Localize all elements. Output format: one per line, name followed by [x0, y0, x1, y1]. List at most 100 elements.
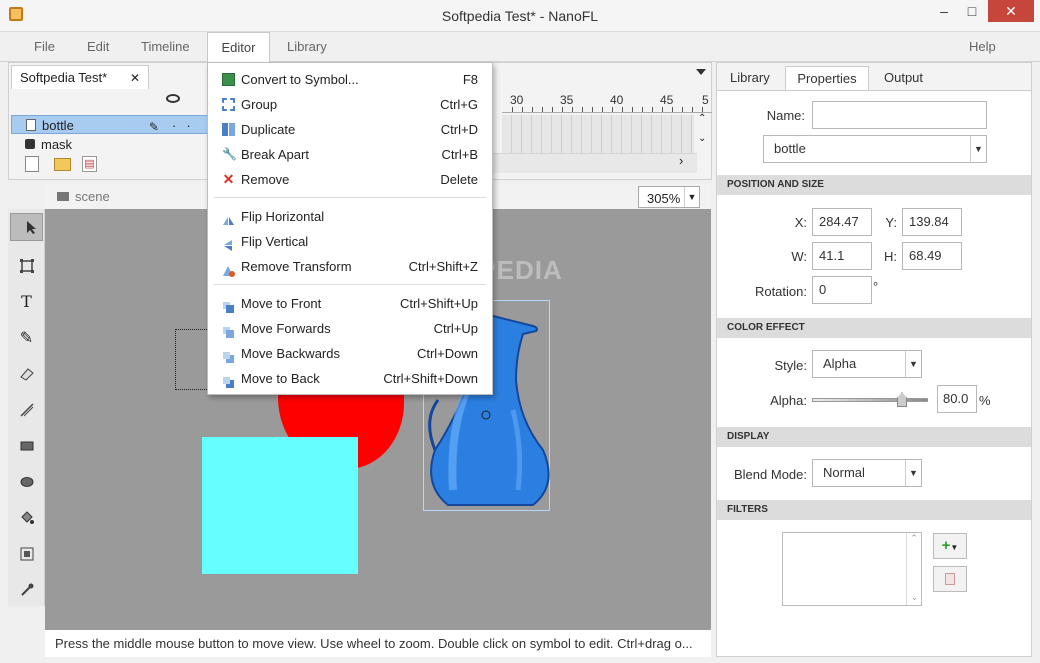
cyan-square[interactable] — [202, 437, 358, 574]
chevron-down-icon: ▼ — [684, 187, 699, 207]
text-tool-icon[interactable]: T — [10, 285, 43, 318]
flip-horizontal-icon — [222, 210, 235, 225]
name-input[interactable] — [812, 101, 987, 129]
flip-vertical-icon — [222, 235, 235, 251]
trash-icon — [945, 573, 955, 585]
restore-button[interactable]: □ — [958, 0, 986, 22]
gradient-tool-icon[interactable] — [10, 537, 43, 570]
menu-item-move-to-front[interactable]: Move to Front Ctrl+Shift+Up — [208, 291, 492, 316]
menu-help[interactable]: Help — [969, 32, 996, 62]
name-label: Name: — [766, 108, 805, 123]
rectangle-tool-icon[interactable] — [10, 429, 43, 462]
menu-timeline[interactable]: Timeline — [141, 32, 190, 62]
alpha-slider-thumb[interactable] — [897, 392, 907, 407]
menu-separator — [214, 197, 486, 198]
move-forwards-icon — [222, 322, 235, 338]
close-tab-icon[interactable]: ✕ — [130, 66, 140, 90]
w-input[interactable]: 41.1 — [812, 242, 872, 270]
properties-panel: Library Properties Output Name: bottle ▼… — [716, 62, 1032, 657]
timeline-ruler: 30 35 40 45 5 — [502, 91, 712, 113]
close-button[interactable]: ✕ — [988, 0, 1034, 22]
add-filter-button[interactable]: +▼ — [933, 533, 967, 559]
tab-output[interactable]: Output — [884, 66, 923, 90]
scroll-up-icon[interactable]: ⌃ — [907, 533, 921, 544]
tab-library[interactable]: Library — [730, 66, 770, 90]
menu-item-remove-transform[interactable]: Remove Transform Ctrl+Shift+Z — [208, 254, 492, 279]
pencil-tool-icon[interactable]: ✎ — [10, 321, 43, 354]
style-value: Alpha — [823, 356, 857, 371]
title-bar: Softpedia Test* - NanoFL – □ ✕ — [0, 0, 1040, 32]
minimize-button[interactable]: – — [930, 0, 958, 22]
zoom-select[interactable]: 305% ▼ — [638, 186, 700, 208]
menu-item-break-apart[interactable]: 🔧 Break Apart Ctrl+B — [208, 142, 492, 167]
layer-dots: ·· — [172, 118, 201, 133]
rotation-label: Rotation: — [754, 284, 807, 299]
scene-label[interactable]: scene — [75, 189, 110, 204]
ruler-label: 40 — [610, 93, 624, 107]
h-input[interactable]: 68.49 — [902, 242, 962, 270]
menu-item-move-backwards[interactable]: Move Backwards Ctrl+Down — [208, 341, 492, 366]
layer-name: bottle — [42, 118, 74, 133]
percent-symbol: % — [979, 393, 991, 408]
eraser-tool-icon[interactable] — [10, 357, 43, 390]
menu-editor[interactable]: Editor — [207, 32, 270, 62]
panel-menu-icon[interactable] — [696, 69, 706, 75]
menu-item-convert-to-symbol[interactable]: Convert to Symbol... F8 — [208, 67, 492, 92]
alpha-slider-track — [812, 398, 928, 402]
blend-mode-label: Blend Mode: — [734, 467, 807, 482]
menu-file[interactable]: File — [34, 32, 55, 62]
line-tool-icon[interactable] — [10, 393, 43, 426]
menu-item-move-to-back[interactable]: Move to Back Ctrl+Shift+Down — [208, 366, 492, 391]
move-back-icon — [222, 372, 235, 388]
blend-mode-select[interactable]: Normal ▼ — [812, 459, 922, 487]
layer-name: mask — [41, 137, 73, 149]
filters-scrollbar[interactable]: ⌃ ⌄ — [906, 533, 921, 605]
rotation-input[interactable]: 0 — [812, 276, 872, 304]
delete-layer-icon[interactable]: ▤ — [82, 156, 97, 172]
menu-item-remove[interactable]: ✕ Remove Delete — [208, 167, 492, 192]
alpha-input[interactable]: 80.0 — [937, 385, 977, 413]
scroll-down-icon[interactable]: ⌄ — [698, 133, 706, 144]
eyedropper-tool-icon[interactable] — [10, 573, 43, 606]
menu-item-move-forwards[interactable]: Move Forwards Ctrl+Up — [208, 316, 492, 341]
select-tool-icon[interactable] — [10, 213, 43, 241]
scroll-down-icon[interactable]: ⌄ — [907, 592, 922, 603]
scroll-right-icon[interactable]: › — [679, 153, 683, 168]
tab-properties[interactable]: Properties — [785, 66, 869, 90]
eye-icon[interactable] — [166, 94, 180, 103]
layer-row[interactable]: bottle ✎ ·· — [11, 115, 209, 134]
scene-icon — [57, 192, 69, 201]
break-apart-icon: 🔧 — [222, 147, 237, 161]
scroll-up-icon[interactable]: ⌃ — [698, 113, 706, 124]
zoom-value: 305% — [647, 191, 681, 206]
blend-mode-value: Normal — [823, 465, 865, 480]
layer-icon — [26, 119, 36, 131]
menu-item-duplicate[interactable]: Duplicate Ctrl+D — [208, 117, 492, 142]
alpha-slider[interactable] — [812, 392, 928, 408]
paint-bucket-tool-icon[interactable] — [10, 501, 43, 534]
menu-library[interactable]: Library — [287, 32, 327, 62]
transform-tool-icon[interactable] — [10, 249, 43, 282]
layer-row[interactable]: mask — [11, 135, 209, 149]
x-input[interactable]: 284.47 — [812, 208, 872, 236]
editor-menu-dropdown: Convert to Symbol... F8 Group Ctrl+G Dup… — [207, 62, 493, 395]
menu-item-flip-vertical[interactable]: Flip Vertical — [208, 229, 492, 254]
document-tab[interactable]: Softpedia Test* ✕ — [11, 65, 149, 89]
menu-edit[interactable]: Edit — [87, 32, 109, 62]
menu-item-flip-horizontal[interactable]: Flip Horizontal — [208, 204, 492, 229]
symbol-select[interactable]: bottle ▼ — [763, 135, 987, 163]
duplicate-icon — [222, 123, 235, 136]
style-select[interactable]: Alpha ▼ — [812, 350, 922, 378]
ellipse-tool-icon[interactable] — [10, 465, 43, 498]
new-layer-icon[interactable] — [25, 156, 39, 172]
remove-filter-button[interactable] — [933, 566, 967, 592]
remove-transform-icon — [222, 260, 235, 277]
tool-palette: T ✎ — [8, 209, 45, 606]
menu-item-group[interactable]: Group Ctrl+G — [208, 92, 492, 117]
filters-list[interactable] — [782, 532, 922, 606]
remove-icon: ✕ — [222, 171, 235, 187]
frames-area[interactable] — [502, 115, 694, 153]
ruler-label: 5 — [702, 93, 709, 107]
y-input[interactable]: 139.84 — [902, 208, 962, 236]
new-folder-icon[interactable] — [54, 158, 71, 171]
